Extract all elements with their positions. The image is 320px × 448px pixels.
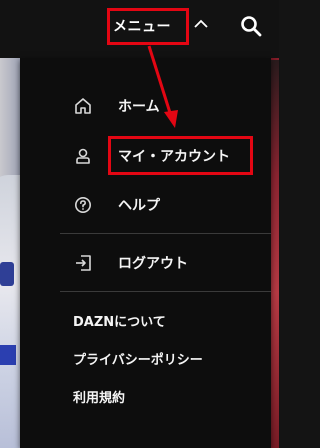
menu-divider bbox=[60, 233, 271, 234]
dropdown-menu: ホーム マイ・アカウント ヘルプ ログアウト DAZNについて プライバシーポリ… bbox=[20, 58, 271, 448]
background-jersey-badge bbox=[0, 262, 14, 286]
logout-icon bbox=[72, 252, 94, 274]
menu-item-help[interactable]: ヘルプ bbox=[72, 190, 160, 220]
menu-item-label: マイ・アカウント bbox=[118, 149, 230, 165]
menu-item-logout[interactable]: ログアウト bbox=[72, 248, 188, 278]
menu-toggle-label: メニュー bbox=[113, 19, 171, 35]
menu-item-my-account[interactable]: マイ・アカウント bbox=[72, 141, 230, 171]
menu-item-label: ホーム bbox=[118, 99, 160, 115]
background-jersey-sponsor bbox=[0, 345, 16, 365]
home-icon bbox=[72, 95, 94, 117]
search-icon[interactable] bbox=[239, 14, 263, 38]
link-terms-of-use[interactable]: 利用規約 bbox=[73, 387, 125, 406]
menu-item-label: ログアウト bbox=[118, 256, 188, 272]
menu-divider bbox=[60, 291, 271, 292]
user-icon bbox=[72, 145, 94, 167]
top-header: メニュー bbox=[0, 0, 279, 58]
link-privacy-policy[interactable]: プライバシーポリシー bbox=[73, 349, 203, 368]
menu-item-label: ヘルプ bbox=[118, 198, 160, 214]
chevron-up-icon[interactable] bbox=[193, 16, 209, 32]
menu-item-home[interactable]: ホーム bbox=[72, 91, 160, 121]
help-icon bbox=[72, 194, 94, 216]
menu-toggle-button[interactable]: メニュー bbox=[113, 13, 171, 39]
background-player-right bbox=[271, 60, 279, 448]
link-about-dazn[interactable]: DAZNについて bbox=[73, 311, 166, 330]
